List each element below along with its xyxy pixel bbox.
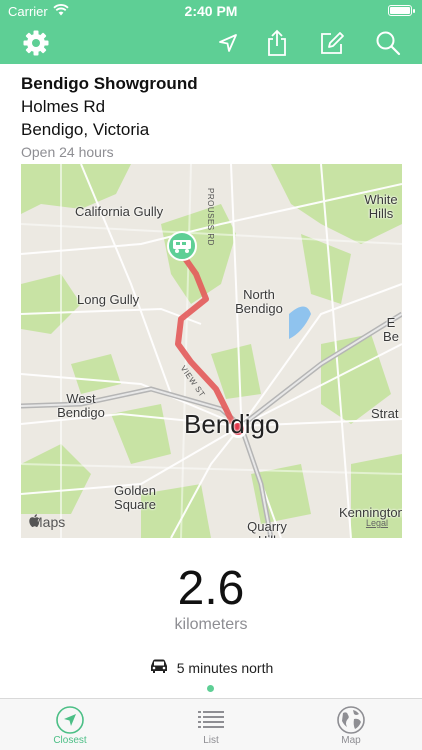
place-hours: Open 24 hours [21,144,114,160]
location-arrow-icon [30,705,110,735]
legal-link[interactable]: Legal [366,518,388,528]
map-label-white-hills: White Hills [364,192,398,221]
tab-bar: Closest List Map [0,698,422,750]
top-bar: Carrier 2:40 PM [0,0,422,64]
edit-icon[interactable] [317,28,347,58]
start-marker [167,231,197,261]
nav-bar [0,26,422,62]
status-time: 2:40 PM [184,3,238,19]
distance-unit: kilometers [174,616,248,633]
status-bar: Carrier 2:40 PM [0,0,422,22]
map-label-quarry-hill: Quarry Hill [247,519,287,539]
globe-icon [311,705,391,735]
map-label-west-bendigo: West Bendigo [57,391,105,420]
car-icon [149,658,169,677]
travel-text: 5 minutes north [176,659,274,676]
tab-map[interactable]: Map [311,705,391,746]
map-label-north-bendigo: North Bendigo [235,287,283,316]
map-label-bendigo: Bendigo [184,409,280,439]
maps-attribution: Maps [29,514,65,530]
road-label-prouses-rd: PROUSES RD [206,188,215,246]
share-icon[interactable] [262,28,292,58]
tab-closest[interactable]: Closest [30,705,110,746]
place-street: Holmes Rd [21,97,106,116]
battery-icon [388,5,415,16]
tab-map-label: Map [341,735,361,746]
search-icon[interactable] [373,28,403,58]
map-label-golden-square: Golden Square [114,483,156,512]
location-arrow-icon[interactable] [213,28,243,58]
map-label-california-gully: California Gully [75,204,164,219]
map-label-long-gully: Long Gully [77,292,140,307]
distance-readout: 2.6 kilometers [0,563,422,635]
tab-list[interactable]: List [171,705,251,746]
place-info: Bendigo Showground Holmes Rd Bendigo, Vi… [21,72,401,162]
place-name: Bendigo Showground [21,74,198,93]
map-label-strat: Strat [371,406,399,421]
tab-closest-label: Closest [53,735,87,746]
map-label-east: E Be [383,315,399,344]
place-city: Bendigo, Victoria [21,120,150,139]
list-icon [171,705,251,735]
tab-list-label: List [203,735,219,746]
gear-icon[interactable] [21,28,51,58]
route-map[interactable]: California Gully Long Gully North Bendig… [21,164,402,538]
page-indicator [207,685,214,692]
travel-info: 5 minutes north [0,658,422,677]
distance-value: 2.6 [177,562,245,615]
